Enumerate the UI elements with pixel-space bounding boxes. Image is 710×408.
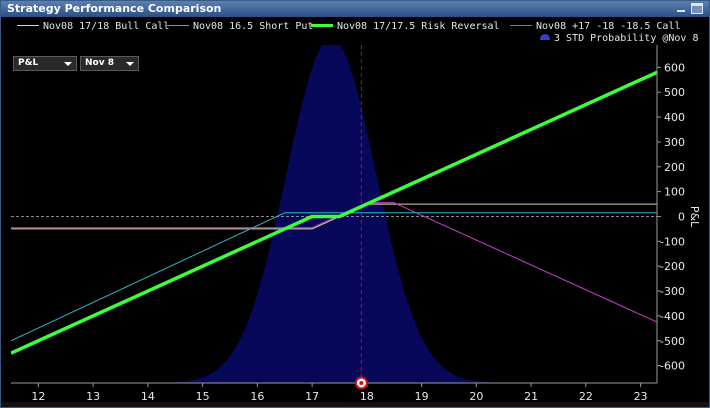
chevron-down-icon (126, 62, 134, 66)
metric-dropdown-value: P&L (18, 58, 39, 68)
date-dropdown[interactable]: Nov 8 (80, 56, 139, 71)
y-tick-label: 600 (664, 61, 685, 74)
y-tick-label: -400 (660, 310, 685, 323)
y-tick-label: -200 (660, 260, 685, 273)
status-bar (1, 402, 709, 407)
y-axis-label: P&L (688, 206, 701, 228)
price-marker-center (359, 381, 364, 385)
y-tick-label: -300 (660, 285, 685, 298)
y-tick-label: 500 (664, 86, 685, 99)
y-tick-label: 300 (664, 136, 685, 149)
metric-dropdown[interactable]: P&L (13, 56, 77, 71)
y-tick-label: 100 (664, 186, 685, 199)
strategy-window: Strategy Performance Comparison Nov08 17… (0, 0, 710, 408)
chevron-down-icon (64, 62, 72, 66)
y-tick-label: -600 (660, 360, 685, 373)
probability-distribution-area (11, 45, 657, 383)
y-tick-label: 0 (678, 210, 685, 223)
y-tick-label: 200 (664, 161, 685, 174)
y-tick-label: -500 (660, 335, 685, 348)
date-dropdown-value: Nov 8 (85, 58, 114, 68)
y-tick-label: -100 (660, 235, 685, 248)
y-tick-label: 400 (664, 111, 685, 124)
